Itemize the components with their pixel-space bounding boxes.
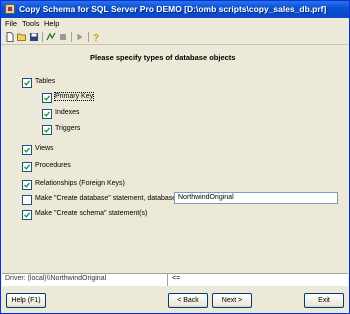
save-icon[interactable] <box>29 32 39 42</box>
indexes-label: Indexes <box>55 109 80 116</box>
relationships-checkbox[interactable] <box>22 180 32 190</box>
create-schema-label: Make "Create schema" statement(s) <box>35 210 148 217</box>
app-window: Copy Schema for SQL Server Pro DEMO [D:\… <box>0 0 350 314</box>
exit-button[interactable]: Exit <box>304 293 344 308</box>
svg-text:?: ? <box>93 33 99 42</box>
procedures-label: Procedures <box>35 162 71 169</box>
next-button[interactable]: Next > <box>212 293 252 308</box>
toolbar: ? <box>1 30 349 45</box>
primary-key-label: Primary Key <box>53 92 95 101</box>
page-heading: Please specify types of database objects <box>90 53 236 62</box>
primary-key-checkbox[interactable] <box>42 93 52 103</box>
run-icon[interactable] <box>46 32 56 42</box>
toolbar-separator <box>88 32 89 42</box>
create-database-label: Make "Create database" statement, databa… <box>35 195 181 202</box>
views-checkbox[interactable] <box>22 145 32 155</box>
toolbar-separator <box>42 32 43 42</box>
play-icon[interactable] <box>75 32 85 42</box>
triggers-label: Triggers <box>55 125 81 132</box>
tables-label: Tables <box>35 78 56 85</box>
back-button[interactable]: < Back <box>168 293 208 308</box>
procedures-checkbox[interactable] <box>22 162 32 172</box>
menu-tools[interactable]: Tools <box>22 19 40 28</box>
help-button[interactable]: Help (F1) <box>6 293 46 308</box>
driver-status: Driver: (local)\\NorthwindOriginal <box>5 275 107 282</box>
menu-file[interactable]: File <box>5 19 17 28</box>
relationships-label: Relationships (Foreign Keys) <box>35 180 125 187</box>
window-title: Copy Schema for SQL Server Pro DEMO [D:\… <box>19 4 327 14</box>
toolbar-separator <box>71 32 72 42</box>
status-arrow: <= <box>172 275 181 282</box>
new-document-icon[interactable] <box>5 32 15 42</box>
create-schema-checkbox[interactable] <box>22 210 32 220</box>
status-bar: Driver: (local)\\NorthwindOriginal <= <box>2 273 348 286</box>
open-folder-icon[interactable] <box>17 32 27 42</box>
status-divider <box>167 274 168 286</box>
title-bar: Copy Schema for SQL Server Pro DEMO [D:\… <box>1 1 349 18</box>
create-database-checkbox[interactable] <box>22 195 32 205</box>
stop-icon[interactable] <box>58 32 68 42</box>
triggers-checkbox[interactable] <box>42 125 52 135</box>
options-panel: Please specify types of database objects… <box>2 45 348 271</box>
app-icon <box>5 4 15 14</box>
indexes-checkbox[interactable] <box>42 109 52 119</box>
menu-bar: File Tools Help <box>1 18 349 30</box>
menu-help[interactable]: Help <box>44 19 59 28</box>
help-icon[interactable]: ? <box>91 32 101 44</box>
database-name-input[interactable]: NorthwindOriginal <box>174 192 338 204</box>
views-label: Views <box>35 145 54 152</box>
tables-checkbox[interactable] <box>22 78 32 88</box>
